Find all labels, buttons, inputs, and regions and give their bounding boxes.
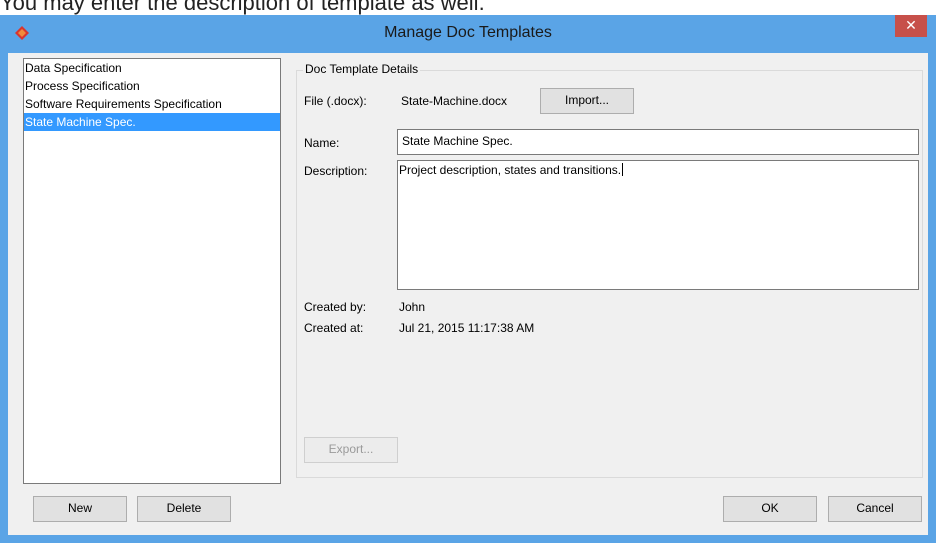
new-button[interactable]: New <box>33 496 127 522</box>
description-field[interactable]: Project description, states and transiti… <box>397 160 919 290</box>
delete-button[interactable]: Delete <box>137 496 231 522</box>
export-button[interactable]: Export... <box>304 437 398 463</box>
created-at-value: Jul 21, 2015 11:17:38 AM <box>399 321 535 335</box>
created-by-label: Created by: <box>304 300 367 314</box>
name-label: Name: <box>304 136 340 150</box>
list-item[interactable]: Software Requirements Specification <box>24 95 280 113</box>
file-label: File (.docx): <box>304 94 367 108</box>
page-caption: You may enter the description of templat… <box>0 0 485 15</box>
text-caret <box>622 163 624 176</box>
description-label: Description: <box>304 164 368 178</box>
list-item[interactable]: Data Specification <box>24 59 280 77</box>
name-field[interactable]: State Machine Spec. <box>397 129 919 155</box>
title-bar[interactable]: Manage Doc Templates ✕ <box>0 15 936 53</box>
ok-button[interactable]: OK <box>723 496 817 522</box>
description-text: Project description, states and transiti… <box>399 163 622 177</box>
file-value: State-Machine.docx <box>401 94 508 108</box>
close-icon[interactable]: ✕ <box>895 15 927 37</box>
template-list[interactable]: Data Specification Process Specification… <box>23 58 281 484</box>
group-title: Doc Template Details <box>303 62 421 76</box>
cancel-button[interactable]: Cancel <box>828 496 922 522</box>
window-title: Manage Doc Templates <box>384 24 552 41</box>
import-button[interactable]: Import... <box>540 88 634 114</box>
created-by-value: John <box>399 300 426 314</box>
list-item-selected[interactable]: State Machine Spec. <box>24 113 280 131</box>
list-item[interactable]: Process Specification <box>24 77 280 95</box>
created-at-label: Created at: <box>304 321 364 335</box>
